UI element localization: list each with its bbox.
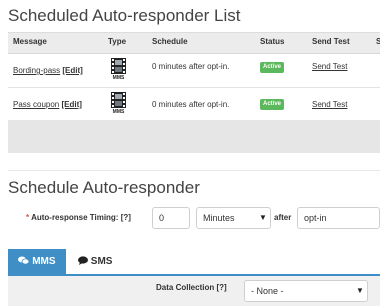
message-type-tabs: MMS SMS — [8, 249, 380, 276]
data-collection-select[interactable]: - None - — [244, 280, 368, 302]
send-test-link[interactable]: Send Test — [312, 62, 347, 72]
col-extra: S — [376, 37, 380, 46]
col-schedule: Schedule — [152, 37, 188, 46]
timing-event-select[interactable]: opt-in — [297, 207, 380, 229]
col-status: Status — [260, 37, 285, 46]
message-link[interactable]: Bording-pass — [13, 66, 60, 75]
section-divider — [8, 170, 380, 171]
table-header: Message Type Schedule Status Send Test S — [8, 32, 380, 54]
speech-bubbles-icon — [18, 256, 30, 265]
type-label: MMS — [112, 75, 125, 81]
mms-film-icon: MMS — [111, 92, 126, 116]
status-badge: Active — [260, 62, 285, 73]
edit-link[interactable]: [Edit] — [62, 100, 82, 109]
after-label: after — [274, 213, 292, 222]
chevron-down-icon: ▼ — [356, 286, 364, 295]
required-mark: * — [26, 213, 30, 222]
col-send-test: Send Test — [312, 37, 350, 46]
data-collection-label: Data Collection [?] — [156, 283, 227, 292]
schedule-text: 0 minutes after opt-in. — [152, 100, 230, 109]
col-message: Message — [13, 37, 47, 46]
status-badge: Active — [260, 99, 285, 110]
table-footer — [8, 120, 380, 153]
timing-label: * Auto-response Timing: [?] — [26, 213, 131, 222]
autoresponder-table: Message Type Schedule Status Send Test S… — [8, 32, 380, 153]
edit-link[interactable]: [Edit] — [62, 66, 82, 75]
tab-mms[interactable]: MMS — [8, 249, 66, 274]
mms-film-icon: MMS — [111, 58, 126, 82]
col-type: Type — [108, 37, 127, 46]
speech-bubble-icon — [78, 256, 88, 265]
list-title: Scheduled Auto-responder List — [8, 6, 241, 25]
table-row: Bording-pass [Edit] MMS 0 minutes after … — [8, 54, 380, 88]
send-test-link[interactable]: Send Test — [312, 100, 347, 110]
form-title: Schedule Auto-responder — [8, 178, 200, 197]
table-row: Pass coupon [Edit] MMS 0 minutes after o… — [8, 88, 380, 122]
schedule-text: 0 minutes after opt-in. — [152, 62, 230, 71]
chevron-down-icon: ▼ — [259, 213, 267, 222]
tab-sms[interactable]: SMS — [78, 249, 112, 274]
message-link[interactable]: Pass coupon — [13, 100, 59, 109]
timing-value-input[interactable]: 0 — [152, 207, 190, 229]
type-label: MMS — [112, 109, 125, 115]
